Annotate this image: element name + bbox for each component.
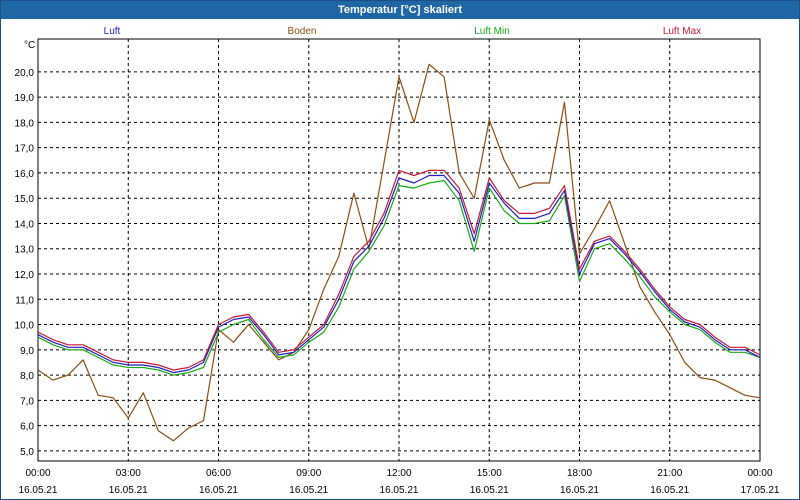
x-tick-time-label: 06:00 bbox=[206, 468, 231, 479]
x-tick-time-label: 15:00 bbox=[477, 468, 502, 479]
grid-layer bbox=[37, 38, 761, 462]
x-tick-time-label: 21:00 bbox=[657, 468, 682, 479]
y-tick-label: 17,0 bbox=[15, 144, 35, 155]
legend-item-boden: Boden bbox=[288, 26, 317, 37]
y-tick-label: 20,0 bbox=[15, 68, 35, 79]
x-tick-date-label: 16.05.21 bbox=[470, 485, 509, 496]
x-tick-date-label: 16.05.21 bbox=[109, 485, 148, 496]
x-tick-date-label: 16.05.21 bbox=[289, 485, 328, 496]
y-tick-label: 18,0 bbox=[15, 118, 35, 129]
y-tick-label: 13,0 bbox=[15, 245, 35, 256]
y-tick-label: 19,0 bbox=[15, 93, 35, 104]
x-tick-date-label: 16.05.21 bbox=[199, 485, 238, 496]
x-tick-time-label: 00:00 bbox=[747, 468, 772, 479]
y-tick-label: 12,0 bbox=[15, 270, 35, 281]
series-layer bbox=[37, 63, 761, 442]
series-line-boden bbox=[37, 63, 761, 442]
legend-item-luft-min: Luft Min bbox=[474, 26, 510, 37]
legend-layer: Luft Boden Luft Min Luft Max bbox=[104, 26, 702, 37]
x-tick-time-label: 03:00 bbox=[116, 468, 141, 479]
y-tick-label: 8,0 bbox=[20, 371, 34, 382]
y-tick-label: 15,0 bbox=[15, 194, 35, 205]
temperature-chart: 5,0 6,0 7,0 8,0 9,0 10,0 11,0 12,0 13,0 14,0 15,0 1… bbox=[15, 26, 780, 496]
x-tick-date-label: 17.05.21 bbox=[741, 485, 780, 496]
y-tick-label: 11,0 bbox=[15, 295, 34, 306]
y-tick-label: 14,0 bbox=[15, 219, 35, 230]
y-tick-label: 5,0 bbox=[20, 447, 34, 458]
x-tick-date-label: 16.05.21 bbox=[380, 485, 419, 496]
y-tick-label: 9,0 bbox=[20, 346, 34, 357]
y-axis-unit-label: °C bbox=[24, 40, 35, 51]
y-tick-label: 6,0 bbox=[20, 422, 34, 433]
legend-item-luft-max: Luft Max bbox=[663, 26, 701, 37]
x-tick-date-label: 16.05.21 bbox=[560, 485, 599, 496]
x-tick-date-label: 16.05.21 bbox=[650, 485, 689, 496]
y-tick-label: 7,0 bbox=[20, 396, 34, 407]
x-tick-date-label: 16.05.21 bbox=[19, 485, 58, 496]
x-tick-time-label: 18:00 bbox=[567, 468, 592, 479]
x-tick-time-label: 09:00 bbox=[296, 468, 321, 479]
y-tick-label: 16,0 bbox=[15, 169, 35, 180]
tick-layer: 5,0 6,0 7,0 8,0 9,0 10,0 11,0 12,0 13,0 14,0 15,0 1… bbox=[15, 68, 780, 496]
legend-item-luft: Luft bbox=[104, 26, 121, 37]
x-tick-time-label: 00:00 bbox=[25, 468, 50, 479]
y-tick-label: 10,0 bbox=[15, 321, 35, 332]
x-tick-time-label: 12:00 bbox=[386, 468, 411, 479]
